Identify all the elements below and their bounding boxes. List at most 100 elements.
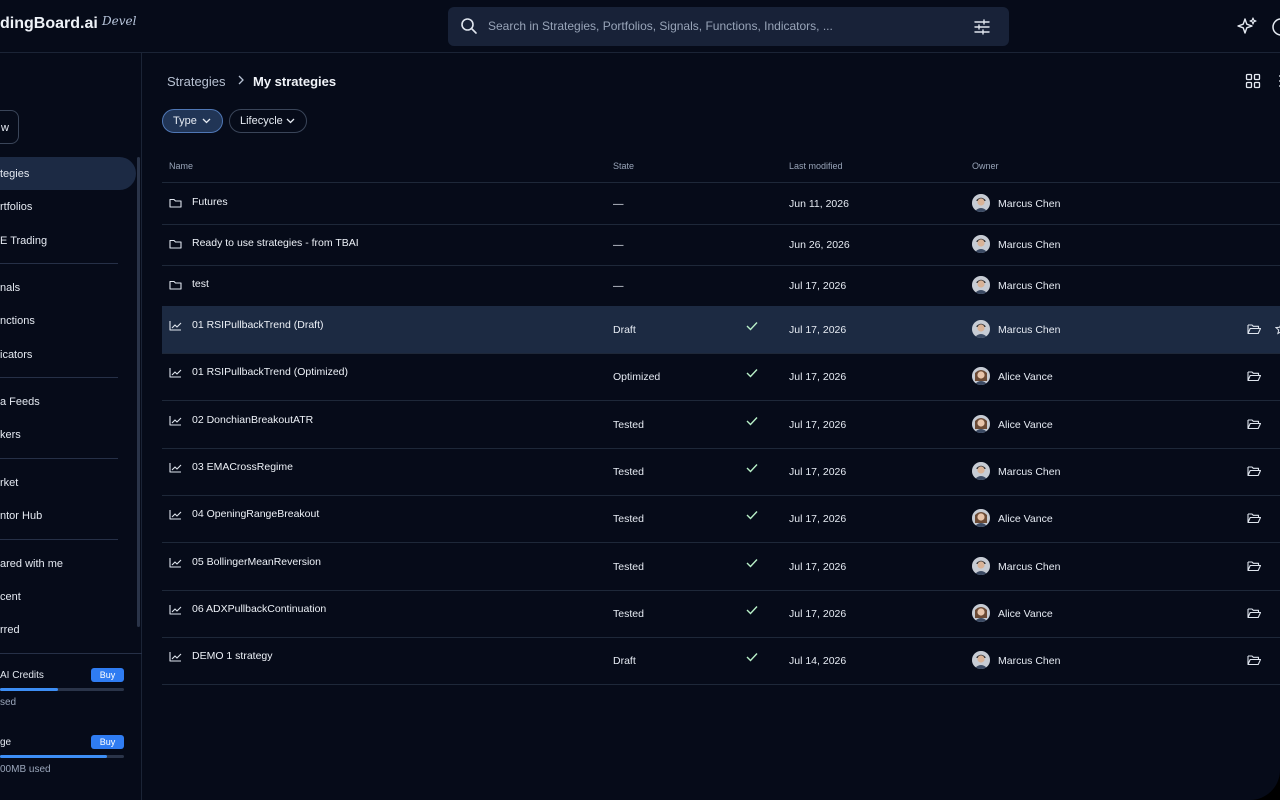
sidebar-item-starred[interactable]: rred xyxy=(0,613,136,646)
table-row[interactable]: 01 RSIPullbackTrend (Optimized) Optimized… xyxy=(162,353,1280,400)
row-name[interactable]: Futures xyxy=(192,196,228,208)
row-name[interactable]: 01 RSIPullbackTrend (Optimized) xyxy=(192,366,348,378)
table-row[interactable]: DEMO 1 strategy Draft Jul 14, 2026 Marcus C… xyxy=(162,637,1280,684)
open-folder-icon[interactable] xyxy=(1247,465,1261,477)
row-owner: Marcus Chen xyxy=(998,655,1061,667)
column-name[interactable]: Name xyxy=(169,161,193,171)
column-owner[interactable]: Owner xyxy=(972,161,999,171)
column-state[interactable]: State xyxy=(613,161,634,171)
open-folder-icon[interactable] xyxy=(1247,370,1261,382)
avatar xyxy=(972,509,990,527)
row-state: — xyxy=(613,239,624,251)
row-name[interactable]: 04 OpeningRangeBreakout xyxy=(192,508,319,520)
row-name[interactable]: 03 EMACrossRegime xyxy=(192,461,293,473)
new-button[interactable]: w xyxy=(0,110,19,144)
row-owner: Alice Vance xyxy=(998,371,1053,383)
breadcrumb-strategies[interactable]: Strategies xyxy=(167,74,226,89)
open-folder-icon[interactable] xyxy=(1247,418,1261,430)
table-row[interactable]: test — Jul 17, 2026 Marcus Chen xyxy=(162,265,1280,306)
row-owner: Alice Vance xyxy=(998,513,1053,525)
user-menu-icon[interactable] xyxy=(1270,16,1280,38)
sidebar-item-market[interactable]: rket xyxy=(0,466,136,499)
open-folder-icon[interactable] xyxy=(1247,560,1261,572)
open-folder-icon[interactable] xyxy=(1247,607,1261,619)
row-state: Tested xyxy=(613,419,644,431)
row-last-modified: Jul 17, 2026 xyxy=(789,561,847,573)
filter-settings-icon[interactable] xyxy=(973,18,991,36)
row-state: Draft xyxy=(613,655,636,667)
column-last-modified[interactable]: Last modified xyxy=(789,161,843,171)
environment-badge: Devel xyxy=(102,14,137,28)
table-row[interactable]: 05 BollingerMeanReversion Tested Jul 17, 2… xyxy=(162,543,1280,590)
open-folder-icon[interactable] xyxy=(1247,654,1261,666)
folder-icon xyxy=(169,239,182,249)
type-filter[interactable]: Type xyxy=(162,109,223,133)
open-folder-icon[interactable] xyxy=(1247,323,1261,335)
row-name[interactable]: 01 RSIPullbackTrend (Draft) xyxy=(192,319,324,331)
star-icon[interactable] xyxy=(1275,323,1280,335)
sidebar-item-portfolios[interactable]: rtfolios xyxy=(0,190,136,223)
sidebar-item-recent[interactable]: cent xyxy=(0,580,136,613)
list-view-icon[interactable] xyxy=(1275,73,1280,89)
row-state: Tested xyxy=(613,608,644,620)
sidebar-item-shared-with-me[interactable]: ared with me xyxy=(0,547,136,580)
row-state: Draft xyxy=(613,324,636,336)
search-bar[interactable]: Search in Strategies, Portfolios, Signal… xyxy=(448,7,1009,46)
row-divider xyxy=(162,684,1280,685)
buy-storage-button[interactable]: Buy xyxy=(91,735,124,749)
type-filter-label: Type xyxy=(173,115,197,127)
row-name[interactable]: test xyxy=(192,278,209,290)
sidebar: w tegies rtfolios E Trading nals nctions… xyxy=(0,53,142,800)
sidebar-item-indicators[interactable]: icators xyxy=(0,338,136,371)
avatar xyxy=(972,557,990,575)
row-name[interactable]: 02 DonchianBreakoutATR xyxy=(192,414,313,426)
brand-logo[interactable]: dingBoard.ai xyxy=(0,15,98,33)
top-bar: dingBoard.ai Devel Search in Strategies,… xyxy=(0,0,1280,53)
lifecycle-filter-label: Lifecycle xyxy=(240,115,283,127)
avatar xyxy=(972,415,990,433)
sidebar-divider xyxy=(0,539,118,540)
sidebar-item-signals[interactable]: nals xyxy=(0,271,136,304)
sidebar-item-live-trading[interactable]: E Trading xyxy=(0,224,136,257)
lifecycle-filter[interactable]: Lifecycle xyxy=(229,109,307,133)
table-row[interactable]: 04 OpeningRangeBreakout Tested Jul 17, 202… xyxy=(162,495,1280,542)
row-name[interactable]: Ready to use strategies - from TBAI xyxy=(192,237,359,249)
buy-credits-button[interactable]: Buy xyxy=(91,668,124,682)
open-folder-icon[interactable] xyxy=(1247,512,1261,524)
avatar xyxy=(972,276,990,294)
row-name[interactable]: 05 BollingerMeanReversion xyxy=(192,556,321,568)
row-name[interactable]: DEMO 1 strategy xyxy=(192,650,273,662)
sidebar-scrollbar[interactable] xyxy=(137,157,140,627)
strategy-chart-icon xyxy=(169,463,182,473)
sidebar-item-brokers[interactable]: kers xyxy=(0,418,136,451)
sidebar-item-data-feeds[interactable]: a Feeds xyxy=(0,385,136,418)
table-row[interactable]: 03 EMACrossRegime Tested Jul 17, 2026 Marcu… xyxy=(162,448,1280,495)
sidebar-item-mentor-hub[interactable]: ntor Hub xyxy=(0,499,136,532)
table-row[interactable]: 06 ADXPullbackContinuation Tested Jul 17, … xyxy=(162,590,1280,637)
check-icon xyxy=(746,653,758,662)
table-row[interactable]: Ready to use strategies - from TBAI — Jun … xyxy=(162,224,1280,265)
row-name[interactable]: 06 ADXPullbackContinuation xyxy=(192,603,326,615)
ai-sparkle-icon[interactable] xyxy=(1236,16,1258,38)
row-owner: Alice Vance xyxy=(998,608,1053,620)
row-last-modified: Jul 17, 2026 xyxy=(789,371,847,383)
check-icon xyxy=(746,559,758,568)
sidebar-divider xyxy=(0,377,118,378)
table-row[interactable]: Futures — Jun 11, 2026 Marcus Chen xyxy=(162,183,1280,224)
sidebar-item-functions[interactable]: nctions xyxy=(0,304,136,337)
avatar xyxy=(972,462,990,480)
row-owner: Marcus Chen xyxy=(998,466,1061,478)
sidebar-divider xyxy=(0,263,118,264)
grid-view-icon[interactable] xyxy=(1245,73,1261,89)
sidebar-item-strategies[interactable]: tegies xyxy=(0,157,136,190)
row-last-modified: Jul 17, 2026 xyxy=(789,513,847,525)
row-owner: Alice Vance xyxy=(998,419,1053,431)
table-row[interactable]: 02 DonchianBreakoutATR Tested Jul 17, 2026… xyxy=(162,401,1280,448)
sidebar-divider xyxy=(0,458,118,459)
row-owner: Marcus Chen xyxy=(998,324,1061,336)
table-row[interactable]: 01 RSIPullbackTrend (Draft) Draft Jul 17, … xyxy=(162,306,1280,353)
search-input[interactable]: Search in Strategies, Portfolios, Signal… xyxy=(488,19,833,33)
chevron-right-icon xyxy=(238,75,244,85)
storage-label: ge xyxy=(0,737,12,748)
row-state: — xyxy=(613,198,624,210)
